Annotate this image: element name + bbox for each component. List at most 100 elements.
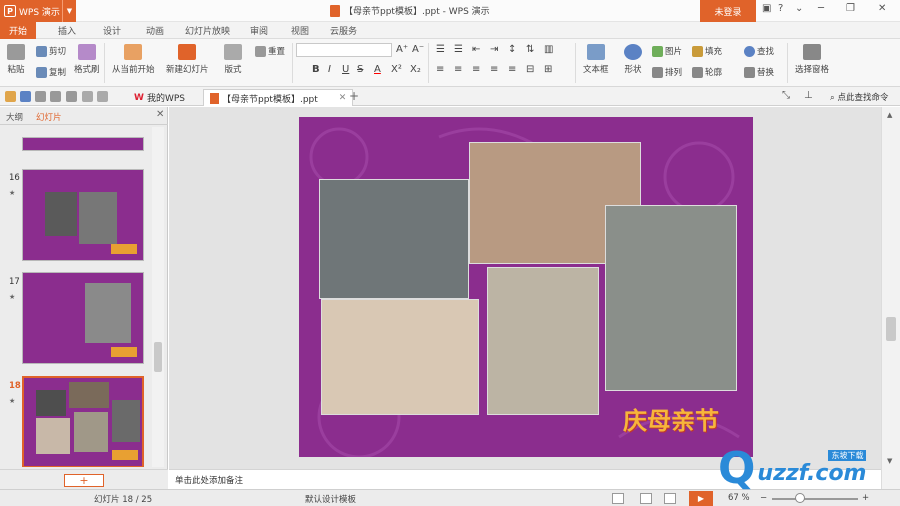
tab-review[interactable]: 审阅 xyxy=(250,22,268,39)
find-button[interactable]: 查找 xyxy=(744,45,774,57)
slide-thumbnail-selected[interactable] xyxy=(22,376,144,467)
shape-button[interactable]: 形状 xyxy=(624,44,642,75)
photo-elderly-woman[interactable] xyxy=(605,205,737,391)
zoom-slider-knob[interactable] xyxy=(795,493,805,503)
export-icon[interactable] xyxy=(66,91,77,102)
close-icon[interactable]: ✕ xyxy=(878,3,886,14)
cut-button[interactable]: 剪切 xyxy=(36,45,66,57)
login-button[interactable]: 未登录 xyxy=(700,0,756,22)
replace-button[interactable]: 替换 xyxy=(744,66,774,78)
help-icon[interactable]: ? xyxy=(778,3,783,14)
maximize-icon[interactable]: ❐ xyxy=(846,3,855,14)
pin-icon[interactable]: ⊥ xyxy=(804,90,813,101)
font-name-input[interactable] xyxy=(296,43,392,57)
print-preview-icon[interactable] xyxy=(35,91,46,102)
zoom-out-icon[interactable]: − xyxy=(760,493,767,503)
close-icon[interactable]: ✕ xyxy=(339,93,347,103)
tab-view[interactable]: 视图 xyxy=(291,22,309,39)
zoom-slider[interactable] xyxy=(772,498,858,500)
text-box-button[interactable]: 文本框 xyxy=(583,44,609,75)
new-slide-button[interactable]: 新建幻灯片 xyxy=(166,44,209,75)
chevron-down-icon[interactable]: ▼ xyxy=(62,0,76,22)
cursor-icon[interactable]: ⤡ xyxy=(782,90,790,101)
save-icon[interactable] xyxy=(20,91,31,102)
image-button[interactable]: 图片 xyxy=(652,45,682,57)
photo-mother-baby[interactable] xyxy=(321,299,479,415)
copy-button[interactable]: 复制 xyxy=(36,66,66,78)
reading-view-icon[interactable] xyxy=(664,493,676,504)
arrange-button[interactable]: 排列 xyxy=(652,66,682,78)
indent-icon[interactable]: ⇤ xyxy=(472,44,480,55)
new-tab-icon[interactable]: + xyxy=(349,89,359,103)
animation-star-icon: ★ xyxy=(9,397,16,405)
tab-home[interactable]: 开始 xyxy=(0,22,37,39)
align-text-icon[interactable]: ⊟ xyxy=(526,64,534,75)
photo-grandmother-walking[interactable] xyxy=(319,179,469,299)
photo-mother-daughter[interactable] xyxy=(487,267,599,415)
align-right-icon[interactable]: ≡ xyxy=(472,64,480,75)
superscript-button[interactable]: X² xyxy=(391,64,402,75)
print-icon[interactable] xyxy=(50,91,61,102)
search-command[interactable]: ⌕ 点此查找命令 xyxy=(830,91,888,103)
tab-my-wps[interactable]: W 我的WPS xyxy=(128,89,191,106)
photo xyxy=(36,390,66,416)
tab-document[interactable]: 【母亲节ppt模板】.ppt ✕ xyxy=(203,89,354,106)
panel-scrollbar[interactable] xyxy=(152,127,164,467)
smartart-icon[interactable]: ⊞ xyxy=(544,64,552,75)
paste-button[interactable]: 粘贴 xyxy=(7,44,25,75)
scrollbar-thumb[interactable] xyxy=(886,317,896,341)
tab-cloud[interactable]: 云服务 xyxy=(330,22,357,39)
italic-button[interactable]: I xyxy=(328,64,331,75)
distribute-icon[interactable]: ≡ xyxy=(508,64,516,75)
canvas-scrollbar[interactable]: ▲ ▼ xyxy=(881,107,900,489)
play-slideshow-button[interactable]: ▶ xyxy=(689,491,713,506)
select-pane-button[interactable]: 选择窗格 xyxy=(795,44,829,75)
skin-icon[interactable]: ▣ xyxy=(762,3,771,14)
strike-button[interactable]: S xyxy=(357,64,363,75)
app-menu-button[interactable]: P WPS 演示 ▼ xyxy=(0,0,76,22)
font-grow-icon[interactable]: A⁺ xyxy=(396,44,408,55)
undo-icon[interactable] xyxy=(82,91,93,102)
fill-button[interactable]: 填充 xyxy=(692,45,722,57)
play-from-current-button[interactable]: 从当前开始 xyxy=(112,44,155,75)
redo-icon[interactable] xyxy=(97,91,108,102)
tab-animation[interactable]: 动画 xyxy=(146,22,164,39)
slide-thumbnail[interactable] xyxy=(22,169,144,261)
font-color-button[interactable]: A xyxy=(374,64,381,75)
slide-thumbnail[interactable] xyxy=(22,272,144,364)
tab-slides[interactable]: 幻灯片 xyxy=(36,111,62,123)
minimize-icon[interactable]: ─ xyxy=(818,3,824,14)
align-left-icon[interactable]: ≡ xyxy=(436,64,444,75)
scroll-up-icon[interactable]: ▲ xyxy=(887,111,892,119)
tab-slideshow[interactable]: 幻灯片放映 xyxy=(185,22,230,39)
layout-button[interactable]: 版式 xyxy=(224,44,242,75)
text-direction-icon[interactable]: ⇅ xyxy=(526,44,534,55)
normal-view-icon[interactable] xyxy=(612,493,624,504)
subscript-button[interactable]: X₂ xyxy=(410,64,421,75)
bold-button[interactable]: B xyxy=(312,64,320,75)
add-slide-button[interactable]: + xyxy=(64,474,104,487)
outline-button[interactable]: 轮廓 xyxy=(692,66,722,78)
line-spacing-icon[interactable]: ↕ xyxy=(508,44,516,55)
close-icon[interactable]: ✕ xyxy=(156,109,164,120)
outdent-icon[interactable]: ⇥ xyxy=(490,44,498,55)
bullets-icon[interactable]: ☰ xyxy=(436,44,445,55)
tab-outline[interactable]: 大纲 xyxy=(6,111,23,123)
font-shrink-icon[interactable]: A⁻ xyxy=(412,44,424,55)
zoom-in-icon[interactable]: + xyxy=(862,493,869,503)
current-slide[interactable]: 庆母亲节 xyxy=(299,117,753,457)
tab-insert[interactable]: 插入 xyxy=(58,22,76,39)
numbering-icon[interactable]: ☰ xyxy=(454,44,463,55)
reset-button[interactable]: 重置 xyxy=(255,45,285,57)
folder-icon[interactable] xyxy=(5,91,16,102)
align-center-icon[interactable]: ≡ xyxy=(454,64,462,75)
justify-icon[interactable]: ≡ xyxy=(490,64,498,75)
scrollbar-thumb[interactable] xyxy=(154,342,162,372)
sorter-view-icon[interactable] xyxy=(640,493,652,504)
slide-thumbnail[interactable] xyxy=(22,137,144,151)
columns-icon[interactable]: ▥ xyxy=(544,44,553,55)
format-painter-button[interactable]: 格式刷 xyxy=(74,44,100,75)
tab-design[interactable]: 设计 xyxy=(103,22,121,39)
underline-button[interactable]: U xyxy=(342,64,349,75)
chevron-down-icon[interactable]: ⌄ xyxy=(795,3,803,14)
